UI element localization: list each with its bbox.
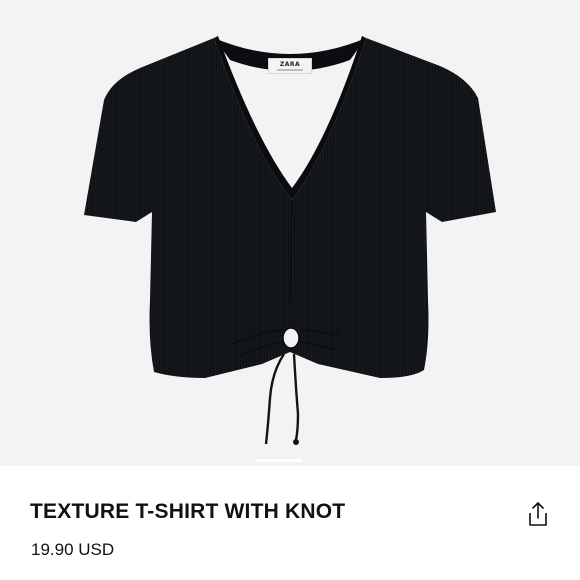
share-icon	[529, 502, 547, 526]
brand-label-lines	[277, 69, 303, 71]
product-info-panel: TEXTURE T-SHIRT WITH KNOT 19.90 USD	[0, 466, 580, 580]
product-title: TEXTURE T-SHIRT WITH KNOT	[30, 500, 346, 523]
share-button[interactable]	[520, 496, 556, 532]
product-image[interactable]: ZARA	[0, 0, 580, 466]
brand-label: ZARA	[268, 58, 312, 74]
product-price: 19.90 USD	[31, 540, 115, 559]
product-page: ZARA TEXTURE T-SHIRT WITH KNOT 19.90 USD	[0, 0, 580, 580]
carousel-indicator[interactable]	[255, 459, 302, 462]
brand-text: ZARA	[279, 61, 301, 68]
